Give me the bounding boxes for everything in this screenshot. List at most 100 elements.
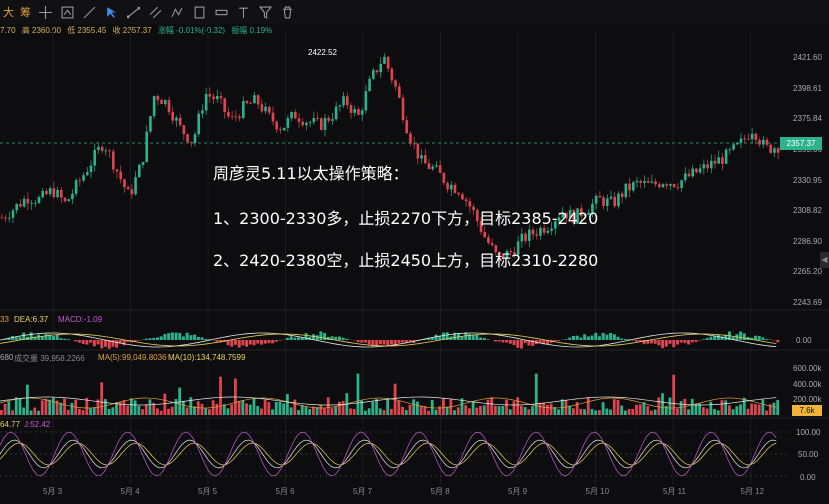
macd-bar bbox=[338, 336, 341, 340]
candle-body bbox=[732, 144, 735, 150]
macd-bar bbox=[601, 332, 605, 340]
macd-bar bbox=[672, 340, 676, 348]
volume-bar bbox=[144, 404, 148, 415]
volume-bar bbox=[416, 401, 419, 415]
candle-body bbox=[416, 143, 420, 159]
macd-bar bbox=[579, 337, 583, 340]
macd-bar bbox=[479, 337, 483, 340]
volume-bar bbox=[772, 402, 776, 415]
price-axis-tick: 2421.60 bbox=[793, 53, 822, 62]
macd-bar bbox=[96, 340, 100, 345]
macd-bar bbox=[345, 338, 349, 340]
candle-body bbox=[123, 179, 126, 188]
axis-scroll-button[interactable]: ◀ bbox=[820, 252, 829, 268]
candle-body bbox=[394, 80, 397, 87]
volume-bar bbox=[241, 400, 245, 415]
volume-bar bbox=[208, 409, 211, 415]
volume-bar bbox=[757, 404, 761, 415]
macd-bar bbox=[111, 340, 115, 347]
candle-body bbox=[45, 190, 48, 195]
candle-body bbox=[279, 129, 282, 131]
vol-axis-600k: 600.00k bbox=[793, 364, 822, 373]
volume-bar bbox=[111, 407, 115, 415]
volume-bar bbox=[352, 408, 356, 415]
volume-bar bbox=[412, 399, 416, 415]
volume-bar bbox=[668, 397, 672, 415]
kdj-k-line bbox=[0, 439, 777, 469]
volume-bar bbox=[178, 387, 182, 415]
volume-bar bbox=[156, 408, 159, 415]
candle-body bbox=[108, 150, 111, 152]
macd-bar bbox=[553, 340, 557, 342]
candle-body bbox=[15, 203, 19, 211]
macd-bar bbox=[594, 332, 598, 340]
macd-bar bbox=[679, 340, 683, 343]
volume-bar bbox=[100, 382, 104, 415]
volume-bar bbox=[226, 408, 230, 415]
volume-bar bbox=[709, 401, 713, 415]
macd-bar bbox=[564, 339, 568, 340]
volume-bar bbox=[163, 393, 167, 415]
candle-body bbox=[241, 101, 245, 118]
candle-body bbox=[219, 96, 223, 99]
candle-body bbox=[669, 184, 672, 186]
macd-bar bbox=[520, 340, 523, 349]
macd-bar bbox=[234, 340, 237, 345]
candle-body bbox=[305, 122, 308, 126]
candle-body bbox=[282, 127, 286, 131]
current-price-tag: 2357.37 bbox=[780, 137, 822, 150]
volume-bar bbox=[334, 406, 338, 415]
volume-bar bbox=[468, 408, 471, 415]
candle-body bbox=[349, 105, 353, 113]
volume-bar bbox=[605, 408, 609, 415]
volume-bar bbox=[286, 394, 289, 415]
candle-body bbox=[717, 157, 721, 164]
volume-current-tag: 7.6k bbox=[792, 405, 822, 416]
macd-bar bbox=[401, 340, 405, 343]
volume-bar bbox=[141, 409, 144, 415]
price-axis-tick: 2286.90 bbox=[793, 236, 822, 246]
volume-bar bbox=[716, 410, 720, 415]
candle-body bbox=[52, 188, 56, 198]
candle-body bbox=[654, 181, 657, 185]
volume-bar bbox=[724, 400, 728, 415]
candle-body bbox=[754, 133, 758, 141]
candle-body bbox=[171, 111, 175, 121]
volume-bar bbox=[341, 400, 345, 415]
macd-bar bbox=[664, 340, 668, 347]
candle-body bbox=[286, 118, 290, 128]
volume-bar bbox=[702, 407, 705, 415]
candle-body bbox=[405, 120, 409, 134]
candle-body bbox=[22, 198, 26, 207]
volume-bar bbox=[248, 404, 252, 415]
volume-bar bbox=[52, 397, 55, 415]
volume-bar bbox=[22, 407, 26, 415]
macd-bar bbox=[557, 340, 561, 341]
volume-bar bbox=[590, 408, 594, 415]
volume-bar bbox=[624, 410, 627, 415]
macd-bar bbox=[59, 338, 63, 340]
macd-bar bbox=[260, 340, 263, 345]
candle-body bbox=[487, 237, 490, 244]
volume-bar bbox=[620, 405, 624, 415]
price-axis-tick: 2243.69 bbox=[793, 298, 822, 307]
volume-bar bbox=[423, 406, 427, 415]
strategy-line-2: 2、2420-2380空，止损2450上方，目标2310-2280 bbox=[213, 251, 599, 270]
macd-bar bbox=[14, 337, 18, 340]
candle-body bbox=[253, 95, 256, 104]
volume-bar bbox=[579, 408, 583, 415]
candle-body bbox=[208, 94, 212, 97]
macd-bar bbox=[189, 335, 193, 340]
candle-body bbox=[464, 199, 468, 202]
volume-bar bbox=[750, 403, 754, 415]
volume-bar bbox=[746, 408, 750, 415]
macd-bar bbox=[89, 340, 93, 343]
candle-body bbox=[397, 86, 401, 98]
candle-body bbox=[0, 217, 4, 219]
candle-body bbox=[773, 148, 776, 153]
candle-body bbox=[453, 184, 457, 193]
candle-body bbox=[331, 119, 334, 121]
candle-body bbox=[160, 99, 163, 104]
candle-body bbox=[680, 180, 683, 188]
volume-bar bbox=[475, 407, 479, 415]
